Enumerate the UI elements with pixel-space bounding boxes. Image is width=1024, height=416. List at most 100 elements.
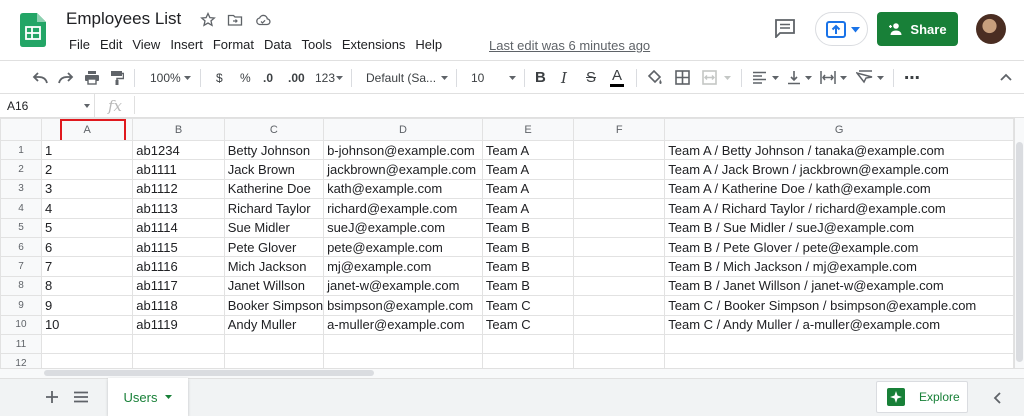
cell-c3[interactable]: Katherine Doe [223, 178, 325, 200]
strikethrough-button[interactable]: S [586, 69, 596, 86]
horizontal-scroll-thumb[interactable] [44, 370, 374, 376]
print-icon[interactable] [84, 70, 100, 85]
cell-g10[interactable]: Team C / Andy Muller / a-muller@example.… [664, 314, 1014, 335]
font-size-select[interactable]: 10 [471, 71, 484, 85]
sheet-tab-users[interactable]: Users [108, 378, 188, 416]
cell-f11[interactable] [573, 333, 666, 355]
cell-g4[interactable]: Team A / Richard Taylor / richard@exampl… [664, 198, 1014, 219]
cell-f2[interactable] [573, 159, 666, 180]
cell-d11[interactable] [323, 333, 483, 355]
vertical-align-icon[interactable] [787, 70, 801, 85]
cell-b9[interactable]: ab1118 [132, 295, 225, 316]
column-header-c[interactable]: C [223, 118, 325, 141]
row-header[interactable]: 6 [0, 236, 42, 258]
cell-b11[interactable] [132, 333, 225, 355]
avatar[interactable] [976, 14, 1006, 44]
cell-f10[interactable] [573, 314, 666, 335]
cell-g7[interactable]: Team B / Mich Jackson / mj@example.com [664, 256, 1014, 277]
menu-help[interactable]: Help [410, 37, 447, 52]
sheets-logo-icon[interactable] [20, 13, 46, 47]
cell-c1[interactable]: Betty Johnson [223, 139, 325, 161]
cell-e3[interactable]: Team A [481, 178, 575, 200]
align-left-icon[interactable] [752, 71, 767, 84]
cell-e1[interactable]: Team A [481, 139, 575, 161]
cell-e4[interactable]: Team A [481, 198, 575, 219]
cell-c11[interactable] [223, 333, 325, 355]
column-header-a[interactable]: A [40, 118, 134, 141]
column-header-g[interactable]: G [664, 118, 1014, 141]
fill-color-icon[interactable] [646, 70, 663, 85]
cell-g2[interactable]: Team A / Jack Brown / jackbrown@example.… [664, 159, 1014, 180]
cell-b5[interactable]: ab1114 [132, 217, 225, 238]
menu-data[interactable]: Data [259, 37, 296, 52]
cell-d2[interactable]: jackbrown@example.com [323, 159, 483, 180]
row-header[interactable]: 4 [0, 198, 42, 219]
cell-e2[interactable]: Team A [481, 159, 575, 180]
chevron-left-icon[interactable] [993, 392, 1001, 404]
row-header[interactable]: 10 [0, 314, 42, 335]
redo-icon[interactable] [58, 72, 74, 84]
cloud-status-icon[interactable] [255, 12, 271, 28]
cell-f4[interactable] [573, 198, 666, 219]
document-title[interactable]: Employees List [66, 9, 181, 29]
menu-tools[interactable]: Tools [296, 37, 336, 52]
cell-g9[interactable]: Team C / Booker Simpson / bsimpson@examp… [664, 295, 1014, 316]
text-rotation-icon[interactable] [856, 70, 873, 84]
row-header[interactable]: 3 [0, 178, 42, 200]
cell-d8[interactable]: janet-w@example.com [323, 275, 483, 297]
column-header-d[interactable]: D [323, 118, 483, 141]
cell-a7[interactable]: 7 [40, 256, 134, 277]
row-header[interactable]: 11 [0, 333, 42, 355]
all-sheets-icon[interactable] [74, 391, 88, 403]
more-formats-button[interactable]: 123 [315, 71, 335, 85]
cell-f3[interactable] [573, 178, 666, 200]
cell-a10[interactable]: 10 [40, 314, 134, 335]
column-header-b[interactable]: B [132, 118, 225, 141]
explore-button[interactable]: Explore [876, 381, 968, 413]
formula-input[interactable] [140, 96, 1000, 114]
undo-icon[interactable] [32, 72, 48, 84]
cell-a9[interactable]: 9 [40, 295, 134, 316]
last-edit-link[interactable]: Last edit was 6 minutes ago [489, 38, 650, 53]
row-header[interactable]: 2 [0, 159, 42, 180]
borders-icon[interactable] [675, 70, 690, 85]
cell-d9[interactable]: bsimpson@example.com [323, 295, 483, 316]
cell-g1[interactable]: Team A / Betty Johnson / tanaka@example.… [664, 139, 1014, 161]
cell-e7[interactable]: Team B [481, 256, 575, 277]
cell-a3[interactable]: 3 [40, 178, 134, 200]
menu-extensions[interactable]: Extensions [337, 37, 411, 52]
cell-b10[interactable]: ab1119 [132, 314, 225, 335]
cell-b1[interactable]: ab1234 [132, 139, 225, 161]
cell-c10[interactable]: Andy Muller [223, 314, 325, 335]
cell-f9[interactable] [573, 295, 666, 316]
decrease-decimal-button[interactable]: .0 [263, 71, 273, 85]
cell-g6[interactable]: Team B / Pete Glover / pete@example.com [664, 236, 1014, 258]
cell-e6[interactable]: Team B [481, 236, 575, 258]
cell-g5[interactable]: Team B / Sue Midler / sueJ@example.com [664, 217, 1014, 238]
menu-file[interactable]: File [64, 37, 95, 52]
cell-d1[interactable]: b-johnson@example.com [323, 139, 483, 161]
cell-b6[interactable]: ab1115 [132, 236, 225, 258]
vertical-scroll-thumb[interactable] [1016, 142, 1023, 362]
merge-cells-icon[interactable] [702, 70, 717, 85]
cell-f8[interactable] [573, 275, 666, 297]
currency-format-button[interactable]: $ [216, 71, 223, 85]
text-wrapping-icon[interactable] [820, 70, 836, 85]
cell-d3[interactable]: kath@example.com [323, 178, 483, 200]
row-header[interactable]: 8 [0, 275, 42, 297]
cell-b7[interactable]: ab1116 [132, 256, 225, 277]
cell-d4[interactable]: richard@example.com [323, 198, 483, 219]
text-color-button[interactable]: A [610, 67, 625, 87]
font-family-select[interactable]: Default (Sa... [366, 71, 436, 85]
cell-e9[interactable]: Team C [481, 295, 575, 316]
cell-g11[interactable] [664, 333, 1014, 355]
select-all-corner[interactable] [0, 118, 42, 141]
cell-a1[interactable]: 1 [40, 139, 134, 161]
cell-d10[interactable]: a-muller@example.com [323, 314, 483, 335]
row-header[interactable]: 9 [0, 295, 42, 316]
cell-c9[interactable]: Booker Simpson [223, 295, 325, 316]
star-icon[interactable] [200, 12, 216, 28]
cell-g3[interactable]: Team A / Katherine Doe / kath@example.co… [664, 178, 1014, 200]
more-icon[interactable]: ⋯ [904, 68, 920, 88]
cell-a2[interactable]: 2 [40, 159, 134, 180]
